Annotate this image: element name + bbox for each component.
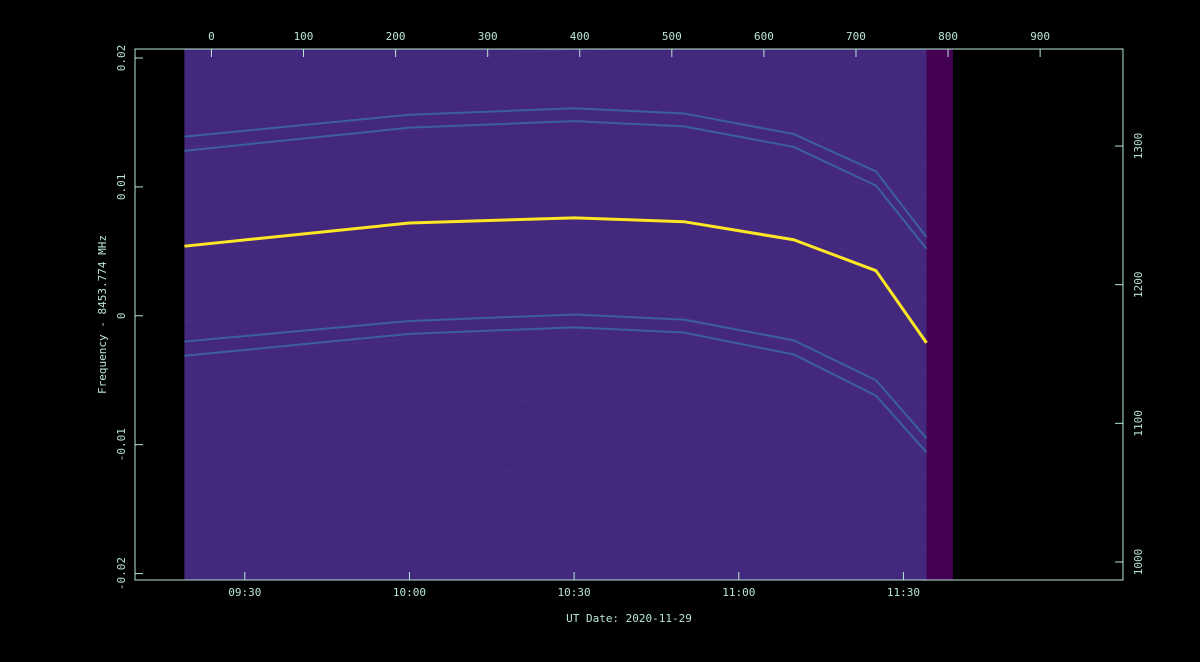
x-axis-title: UT Date: 2020-11-29 xyxy=(566,612,692,625)
x-top-tick-label: 500 xyxy=(662,30,682,43)
x-top-tick-label: 300 xyxy=(478,30,498,43)
y-left-tick-label: -0.02 xyxy=(115,557,128,590)
y-right-tick-label: 1300 xyxy=(1132,133,1145,160)
y-left-tick-label: -0.01 xyxy=(115,428,128,461)
x-top-tick-label: 100 xyxy=(294,30,314,43)
y-left-tick-label: 0 xyxy=(115,312,128,319)
x-top-tick-label: 700 xyxy=(846,30,866,43)
x-bottom-tick-label: 10:00 xyxy=(393,586,426,599)
x-bottom-tick-label: 11:30 xyxy=(887,586,920,599)
padding-region xyxy=(926,49,953,580)
x-bottom-tick-label: 11:00 xyxy=(722,586,755,599)
y-axis-title: Frequency - 8453.774 MHz xyxy=(96,235,109,394)
x-bottom-tick-label: 09:30 xyxy=(228,586,261,599)
x-top-tick-label: 200 xyxy=(386,30,406,43)
y-left-tick-label: 0.01 xyxy=(115,174,128,201)
x-top-tick-label: 900 xyxy=(1030,30,1050,43)
x-top-tick-label: 0 xyxy=(208,30,215,43)
x-bottom-tick-label: 10:30 xyxy=(558,586,591,599)
x-top-tick-label: 400 xyxy=(570,30,590,43)
y-right-tick-label: 1200 xyxy=(1132,271,1145,298)
y-left-tick-label: 0.02 xyxy=(115,45,128,72)
y-right-tick-label: 1100 xyxy=(1132,410,1145,437)
x-top-tick-label: 600 xyxy=(754,30,774,43)
x-top-tick-label: 800 xyxy=(938,30,958,43)
spectrogram-chart: 09:30 10:00 10:30 11:00 11:30 0 100 200 300 400 50… xyxy=(96,30,1145,625)
y-right-tick-label: 1000 xyxy=(1132,549,1145,576)
